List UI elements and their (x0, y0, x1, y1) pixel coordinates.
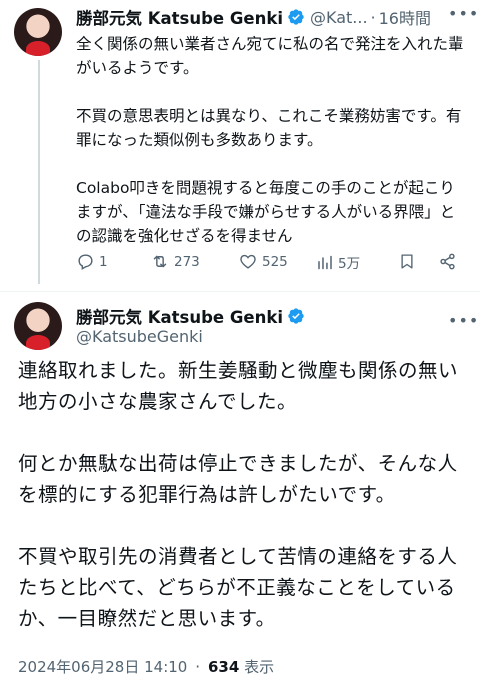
avatar[interactable] (14, 8, 62, 56)
handle[interactable]: @KatsubeGenki (76, 327, 203, 346)
tweet-meta: 2024年06月28日 14:10 · 634 表示 (18, 656, 274, 677)
share-icon (440, 253, 455, 270)
tweet-text: 連絡取れました。新生姜騒動と微塵も関係の無い地方の小さな農家さんでした。 何とか… (18, 359, 459, 630)
reply-icon (78, 254, 93, 270)
thread-connector-line (38, 60, 40, 284)
separator-dot: · (370, 7, 376, 27)
avatar[interactable] (14, 302, 62, 350)
action-bar: 1 273 525 5万 (76, 252, 466, 280)
tweet-header: 勝部元気 Katsube Genki @Kat... · 16時間 (76, 5, 431, 29)
views-icon (318, 255, 332, 269)
handle-row: @KatsubeGenki (76, 327, 203, 346)
reply-count: 1 (99, 253, 108, 270)
retweet-button[interactable]: 273 (150, 252, 200, 271)
divider (0, 291, 480, 292)
like-count: 525 (262, 253, 288, 270)
more-icon[interactable]: ••• (448, 4, 479, 23)
separator-dot: · (195, 657, 201, 676)
verified-badge-icon (287, 307, 305, 325)
retweet-icon (153, 255, 167, 268)
display-name[interactable]: 勝部元気 Katsube Genki (76, 304, 283, 328)
views-button[interactable]: 5万 (316, 252, 360, 272)
timestamp[interactable]: 2024年06月28日 14:10 (18, 658, 187, 676)
heart-icon (240, 254, 256, 269)
more-icon[interactable]: ••• (448, 311, 479, 330)
share-button[interactable] (438, 252, 457, 271)
views-count: 634 (208, 658, 240, 676)
bookmark-icon (401, 254, 413, 269)
bookmark-button[interactable] (398, 252, 416, 271)
like-button[interactable]: 525 (238, 252, 288, 271)
verified-badge-icon (287, 8, 305, 26)
tweet-text: 全く関係の無い業者さん宛てに私の名で発注を入れた輩がいるようです。 不買の意思表… (76, 35, 464, 245)
retweet-count: 273 (174, 253, 200, 270)
tweet-header: 勝部元気 Katsube Genki (76, 304, 305, 328)
display-name[interactable]: 勝部元気 Katsube Genki (76, 5, 283, 29)
handle[interactable]: @Kat... (310, 8, 368, 27)
views-label: 表示 (244, 658, 275, 676)
timestamp[interactable]: 16時間 (379, 5, 431, 29)
reply-button[interactable]: 1 (76, 252, 108, 271)
views-count: 5万 (338, 256, 361, 272)
